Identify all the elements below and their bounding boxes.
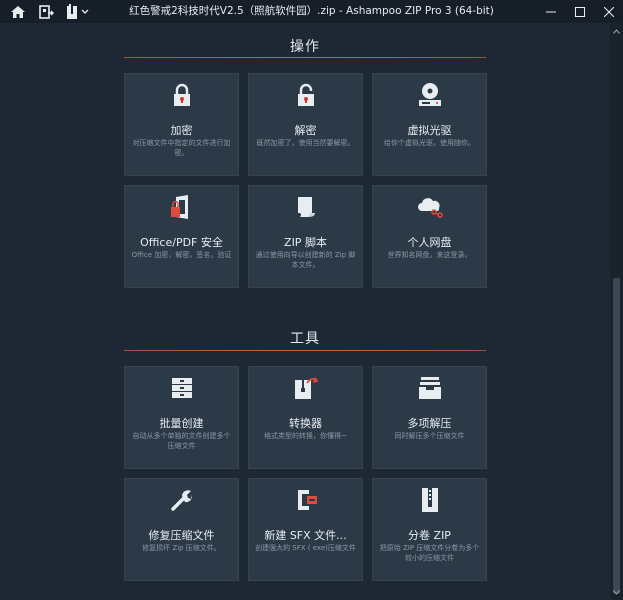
tile-description: 对压缩文件中指定的文件进行加密。 (132, 139, 231, 157)
tile-description: 既然加密了，使用当然要解密。 (256, 139, 355, 147)
home-icon (11, 5, 25, 18)
tile-label: 修复压缩文件 (148, 529, 215, 542)
archive-open-icon (39, 4, 54, 19)
split-zip-icon (421, 488, 438, 512)
tile-description: 给你个虚拟光驱，使用随你。 (384, 139, 475, 147)
script-scroll-icon (297, 197, 315, 217)
tile-office-pdf-security[interactable]: Office/PDF 安全 Office 加密，解密，签名，验证 (124, 185, 239, 288)
tile-multi-extract[interactable]: 多项解压 同时解压多个压缩文件 (372, 366, 487, 469)
tile-converter[interactable]: 转换器 格式类型的转换，你懂得~ (248, 366, 363, 469)
tile-description: 格式类型的转换，你懂得~ (264, 432, 347, 440)
quick-toolbar (0, 2, 116, 22)
cloud-icon (417, 198, 443, 218)
scroll-up-button[interactable] (610, 25, 623, 37)
chevron-down-icon (613, 589, 620, 595)
tile-label: Office/PDF 安全 (140, 236, 223, 249)
tile-label: 个人网盘 (407, 236, 452, 249)
tile-label: ZIP 脚本 (284, 236, 327, 249)
tile-label: 虚拟光驱 (407, 124, 452, 137)
open-archive-button[interactable] (34, 2, 58, 22)
tile-split-zip[interactable]: 分卷 ZIP 把原始 ZIP 压缩文件分卷为多个较小的压缩文件 (372, 478, 487, 581)
tile-description: 把原始 ZIP 压缩文件分卷为多个较小的压缩文件 (379, 544, 480, 562)
minimize-icon (545, 11, 556, 12)
close-button[interactable] (594, 0, 623, 23)
chevron-up-icon (613, 28, 620, 34)
clamp-icon (297, 490, 317, 510)
tile-label: 分卷 ZIP (408, 529, 451, 542)
minimize-button[interactable] (536, 0, 565, 23)
disc-drive-icon (418, 83, 441, 106)
tile-zip-script[interactable]: ZIP 脚本 通过使用向导以创建新的 Zip 脚本文件。 (248, 185, 363, 288)
tile-cloud-drive[interactable]: 个人网盘 世界知名网盘，来这登录。 (372, 185, 487, 288)
scrollbar-thumb[interactable] (613, 278, 620, 594)
scroll-down-button[interactable] (610, 586, 623, 598)
tile-description: 世界知名网盘，来这登录。 (387, 251, 472, 259)
tile-description: 自动从多个单独的文件创建多个压缩文件 (132, 432, 231, 450)
tile-label: 批量创建 (159, 417, 204, 430)
tile-encrypt[interactable]: 加密 对压缩文件中指定的文件进行加密。 (124, 73, 239, 176)
tile-decrypt[interactable]: 解密 既然加密了，使用当然要解密。 (248, 73, 363, 176)
tile-repair-archive[interactable]: 修复压缩文件 修复损坏 Zip 压缩文件。 (124, 478, 239, 581)
section-title-tools: 工具 (290, 331, 320, 347)
maximize-button[interactable] (565, 0, 594, 23)
tile-batch-create[interactable]: 批量创建 自动从多个单独的文件创建多个压缩文件 (124, 366, 239, 469)
maximize-icon (574, 6, 585, 17)
inbox-tray-icon (418, 377, 441, 399)
lock-open-icon (297, 83, 314, 106)
tile-description: 同时解压多个压缩文件 (394, 432, 465, 440)
stacked-boxes-icon (171, 378, 192, 398)
close-icon (603, 6, 614, 17)
tile-label: 解密 (294, 124, 317, 137)
chevron-down-icon (81, 9, 88, 14)
convert-archive-icon (294, 377, 318, 399)
tile-new-sfx[interactable]: 新建 SFX 文件... 创建强大的 SFX ( exe)压缩文件 (248, 478, 363, 581)
tile-description: 创建强大的 SFX ( exe)压缩文件 (255, 544, 356, 552)
tile-description: 修复损坏 Zip 压缩文件。 (142, 544, 221, 552)
lock-closed-icon (173, 83, 190, 106)
home-button[interactable] (6, 2, 30, 22)
section-divider (124, 350, 486, 351)
main-content: 操作 加密 对压缩文件中指定的文件进行加密。 解密 既然加密了，使用当然要解密。 (0, 23, 610, 600)
tile-label: 多项解压 (407, 417, 452, 430)
section-title-operations: 操作 (290, 39, 320, 55)
office-document-icon (170, 195, 188, 219)
tile-label: 加密 (170, 124, 193, 137)
vertical-scrollbar[interactable] (610, 23, 623, 600)
window-controls (536, 0, 623, 23)
extract-menu-button[interactable] (62, 2, 92, 22)
tile-virtual-drive[interactable]: 虚拟光驱 给你个虚拟光驱，使用随你。 (372, 73, 487, 176)
zip-file-icon (66, 3, 77, 19)
title-bar: 红色警戒2科技时代V2.5（照航软件园）.zip - Ashampoo ZIP … (0, 0, 623, 23)
tile-label: 新建 SFX 文件... (264, 529, 347, 542)
tile-label: 转换器 (289, 417, 322, 430)
tile-description: 通过使用向导以创建新的 Zip 脚本文件。 (255, 251, 356, 269)
tile-description: Office 加密，解密，签名，验证 (131, 251, 232, 259)
wrench-icon (170, 490, 192, 511)
section-divider (124, 57, 486, 58)
